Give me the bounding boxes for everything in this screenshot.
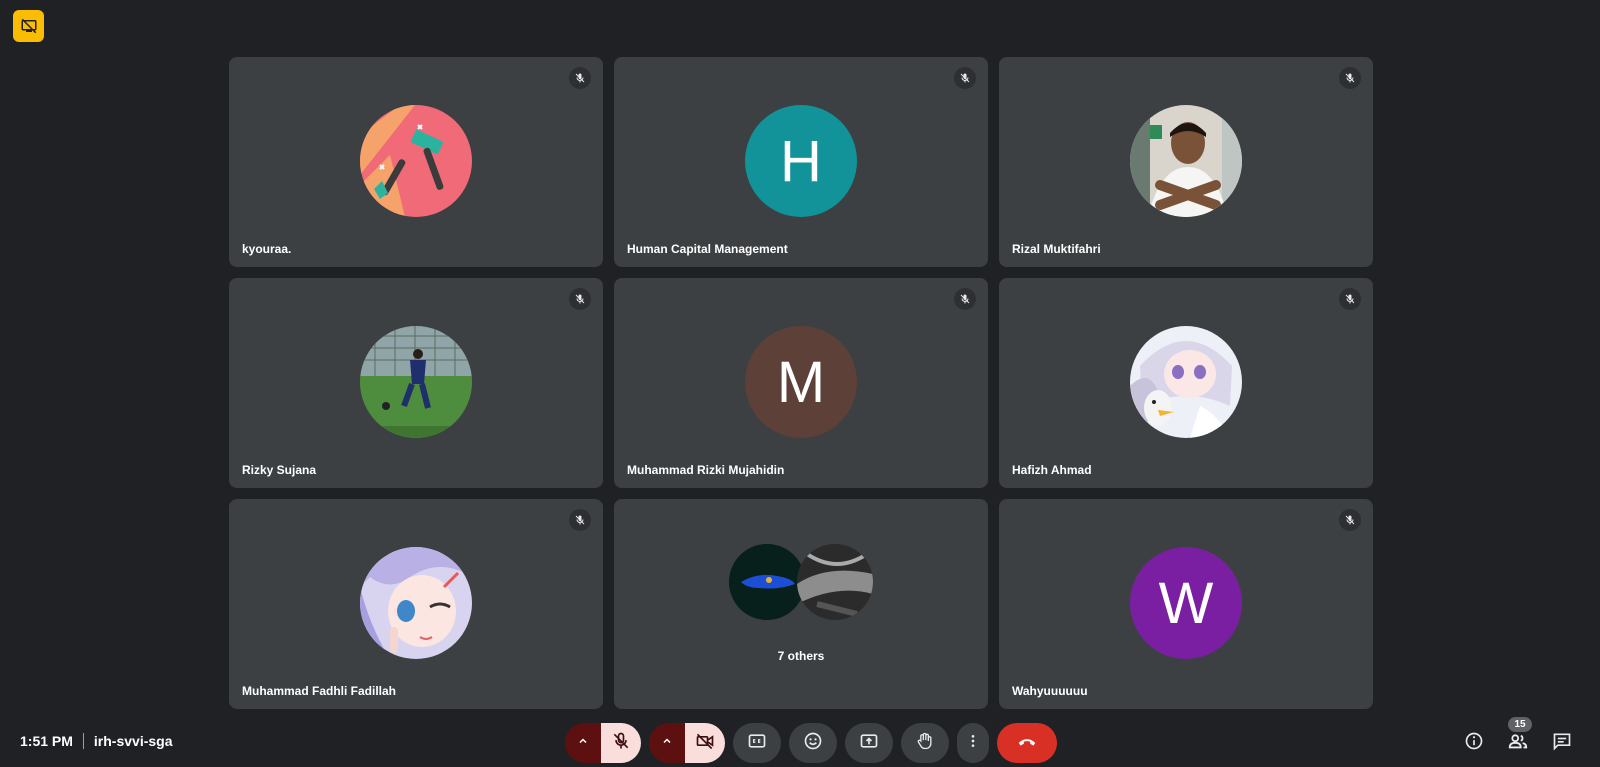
others-avatars: [729, 544, 873, 620]
mic-off-icon: [611, 731, 631, 756]
side-panel-controls: 15: [1450, 717, 1582, 763]
microphone-toggle-button[interactable]: [601, 723, 641, 763]
mic-off-icon: [1339, 509, 1361, 531]
chat-button[interactable]: [1542, 723, 1582, 763]
meeting-details-button[interactable]: [1454, 723, 1494, 763]
leave-call-button[interactable]: [997, 723, 1057, 763]
hand-icon: [915, 731, 935, 756]
participant-tile[interactable]: kyouraa.: [229, 57, 603, 267]
avatar-image: [360, 547, 472, 659]
avatar-image: [360, 326, 472, 438]
participant-tile[interactable]: W Wahyuuuuuu: [999, 499, 1373, 709]
avatar-image: [797, 544, 873, 620]
avatar-letter: W: [1130, 547, 1242, 659]
raise-hand-button[interactable]: [901, 723, 949, 763]
mic-off-icon: [569, 509, 591, 531]
captions-button[interactable]: [733, 723, 781, 763]
emoji-icon: [803, 731, 823, 756]
microphone-control: [565, 723, 641, 763]
camera-toggle-button[interactable]: [685, 723, 725, 763]
participant-tile[interactable]: Rizky Sujana: [229, 278, 603, 488]
info-icon: [1464, 731, 1484, 756]
avatar-image: [729, 544, 805, 620]
participant-tile[interactable]: Muhammad Fadhli Fadillah: [229, 499, 603, 709]
people-button[interactable]: 15: [1498, 717, 1538, 763]
participant-name: Muhammad Fadhli Fadillah: [242, 684, 397, 698]
mic-off-icon: [954, 67, 976, 89]
chat-icon: [1552, 731, 1572, 756]
more-vert-icon: [965, 733, 981, 754]
meeting-info: 1:51 PM irh-svvi-sga: [20, 733, 173, 749]
more-options-button[interactable]: [957, 723, 989, 763]
participant-tile[interactable]: M Muhammad Rizki Mujahidin: [614, 278, 988, 488]
participant-name: Hafizh Ahmad: [1012, 463, 1092, 477]
participant-name: Rizal Muktifahri: [1012, 242, 1101, 256]
participant-name: Human Capital Management: [627, 242, 788, 256]
chevron-up-icon: [661, 734, 673, 752]
video-settings-button[interactable]: [649, 723, 685, 763]
participant-tile[interactable]: H Human Capital Management: [614, 57, 988, 267]
participant-tile[interactable]: Hafizh Ahmad: [999, 278, 1373, 488]
meeting-time: 1:51 PM: [20, 733, 73, 749]
participant-name: Muhammad Rizki Mujahidin: [627, 463, 785, 477]
participant-tile[interactable]: Rizal Muktifahri: [999, 57, 1373, 267]
mic-off-icon: [1339, 67, 1361, 89]
camera-control: [649, 723, 725, 763]
divider: [82, 733, 84, 749]
avatar-letter: H: [745, 105, 857, 217]
mic-off-icon: [1339, 288, 1361, 310]
people-icon: [1507, 730, 1529, 757]
mic-off-icon: [569, 67, 591, 89]
closed-captions-icon: [747, 731, 767, 756]
mic-off-icon: [954, 288, 976, 310]
present-screen-button[interactable]: [845, 723, 893, 763]
participant-name: Wahyuuuuuu: [1012, 684, 1088, 698]
avatar-image: [1130, 105, 1242, 217]
call-controls: [565, 723, 1057, 763]
participant-name: Rizky Sujana: [242, 463, 317, 477]
present-screen-icon: [859, 731, 879, 756]
reactions-button[interactable]: [789, 723, 837, 763]
others-count-label: 7 others: [777, 649, 825, 663]
avatar-image: [1130, 326, 1242, 438]
meeting-code: irh-svvi-sga: [93, 733, 173, 749]
chevron-up-icon: [577, 734, 589, 752]
presentation-off-icon[interactable]: [13, 10, 44, 42]
participant-grid: kyouraa. H Human Capital Management Riza…: [229, 57, 1373, 709]
avatar-image: [360, 105, 472, 217]
call-end-icon: [1016, 730, 1038, 757]
mic-off-icon: [569, 288, 591, 310]
camera-off-icon: [695, 731, 715, 756]
others-tile[interactable]: 7 others: [614, 499, 988, 709]
avatar-letter: M: [745, 326, 857, 438]
participant-name: kyouraa.: [242, 242, 292, 256]
participant-count-badge: 15: [1508, 717, 1532, 732]
audio-settings-button[interactable]: [565, 723, 601, 763]
